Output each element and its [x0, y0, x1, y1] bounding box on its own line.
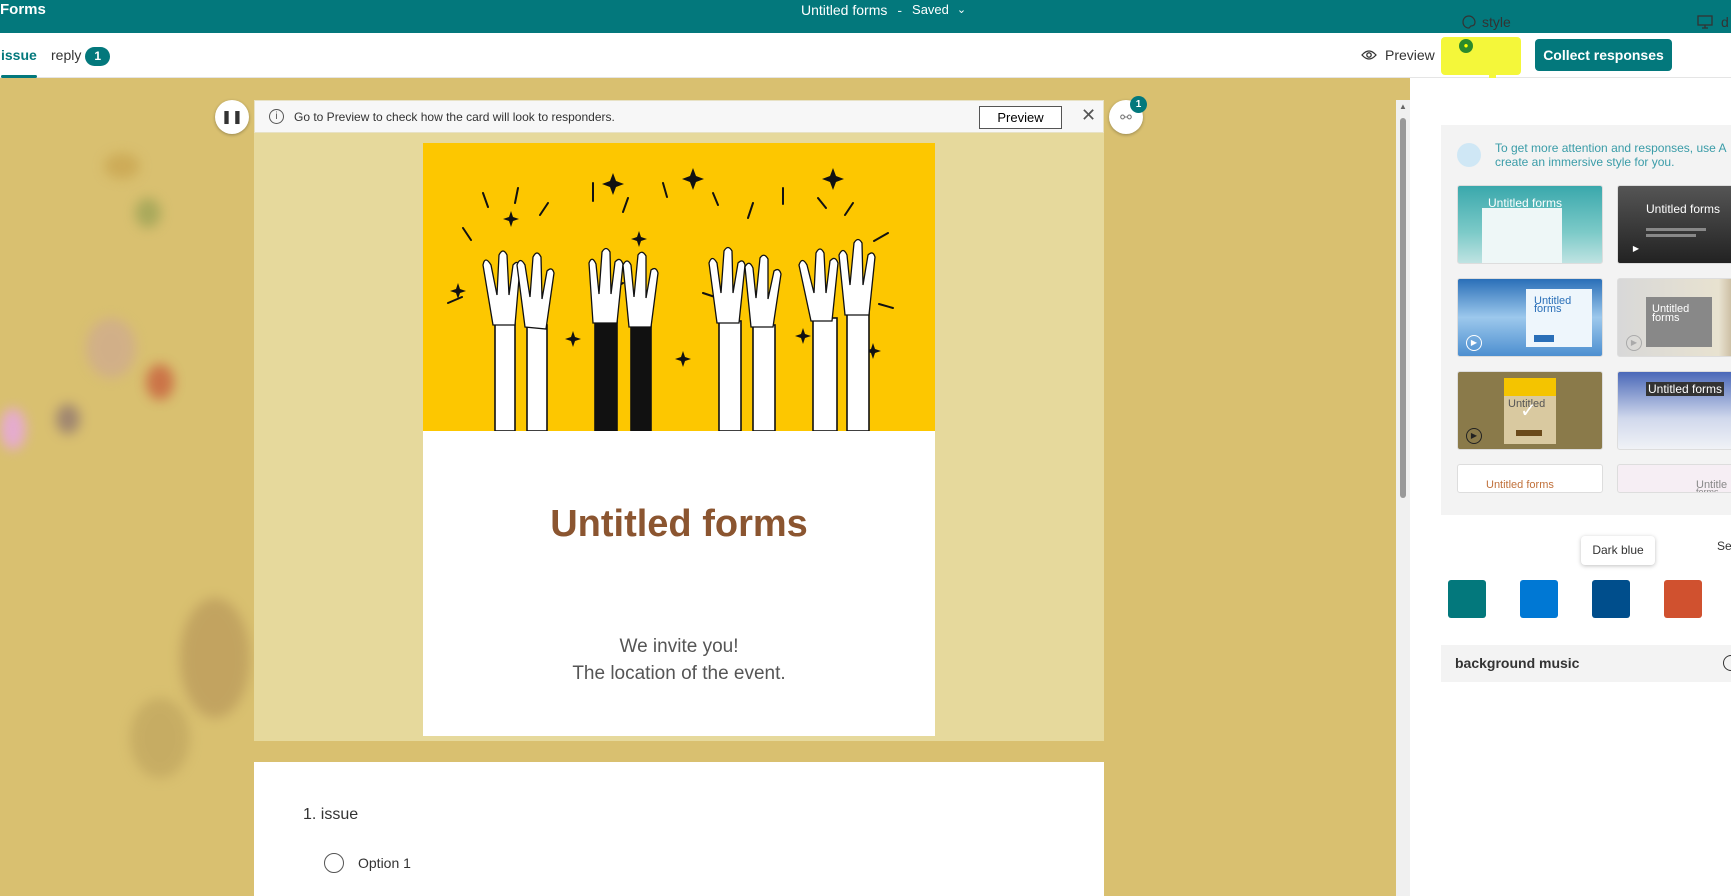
music-toggle-icon[interactable]: [1723, 655, 1731, 671]
question-card[interactable]: 1. issue Option 1: [254, 762, 1104, 896]
theme-label: Untitled forms: [1646, 202, 1721, 216]
theme-label: Untitled forms: [1488, 196, 1563, 210]
pause-button[interactable]: ❚❚: [215, 100, 249, 134]
color-tooltip: Dark blue: [1581, 536, 1655, 565]
background-music-label: background music: [1455, 655, 1580, 671]
petal-decoration: [135, 198, 161, 228]
background-music-row[interactable]: background music: [1441, 645, 1731, 682]
color-swatch-orange[interactable]: [1664, 580, 1702, 618]
petal-decoration: [130, 698, 190, 778]
theme-label-line2: forms: [1534, 303, 1562, 315]
ai-suggestion-line2: create an immersive style for you.: [1495, 155, 1675, 169]
celebration-image: [423, 143, 935, 431]
present-button[interactable]: d: [1697, 14, 1729, 30]
theme-gallery: To get more attention and responses, use…: [1441, 125, 1731, 515]
option-label: Option 1: [358, 855, 411, 871]
eye-icon: [1361, 50, 1377, 60]
cover-subtitle: We invite you! The location of the event…: [423, 633, 935, 687]
scrollbar-thumb[interactable]: [1400, 118, 1406, 498]
theme-label-line2: forms: [1696, 487, 1719, 493]
play-icon: ▶: [1466, 428, 1482, 444]
theme-label: Untitled forms: [1646, 382, 1725, 396]
cover-title: Untitled forms: [550, 503, 808, 545]
theme-light[interactable]: Untitled forms: [1457, 464, 1603, 493]
vertical-scrollbar[interactable]: ▲: [1396, 100, 1410, 896]
tab-issue[interactable]: issue: [1, 47, 37, 78]
theme-sky[interactable]: Untitled forms ▶: [1457, 278, 1603, 357]
theme-label-line2: forms: [1652, 312, 1680, 324]
tab-issue-label: issue: [1, 47, 37, 63]
petal-decoration: [180, 598, 250, 718]
document-title[interactable]: Untitled forms - Saved ⌄: [801, 0, 966, 20]
cover-subtitle-line1: We invite you!: [619, 636, 739, 657]
color-swatch-teal[interactable]: [1448, 580, 1486, 618]
save-status: Saved: [912, 2, 949, 17]
tab-reply[interactable]: reply 1: [51, 47, 111, 66]
present-label: d: [1721, 14, 1729, 30]
style-highlight: [1441, 37, 1521, 87]
info-bar: i Go to Preview to check how the card wi…: [254, 100, 1104, 133]
style-panel: To get more attention and responses, use…: [1410, 78, 1731, 896]
petal-decoration: [56, 404, 80, 434]
info-message: Go to Preview to check how the card will…: [294, 109, 615, 124]
collect-responses-button[interactable]: Collect responses: [1535, 39, 1672, 71]
theme-teal[interactable]: Untitled forms: [1457, 185, 1603, 264]
info-preview-button[interactable]: Preview: [979, 106, 1062, 129]
palette-icon: [1462, 15, 1476, 29]
color-swatch-blue[interactable]: [1520, 580, 1558, 618]
theme-dark-wave[interactable]: Untitled forms ▶: [1617, 185, 1731, 264]
color-swatch-dark-blue[interactable]: [1592, 580, 1630, 618]
theme-pink[interactable]: Untitle forms: [1617, 464, 1731, 493]
cover-subtitle-line2: The location of the event.: [572, 663, 786, 684]
chevron-down-icon[interactable]: ⌄: [957, 0, 966, 20]
theme-beach[interactable]: Untitled forms ▶: [1617, 278, 1731, 357]
app-name: Forms: [0, 1, 46, 18]
play-icon: ▶: [1632, 244, 1640, 253]
hint-count-badge: 1: [1130, 96, 1147, 113]
cursor-marker-icon: ●: [1459, 39, 1473, 53]
theme-celebration-selected[interactable]: Untitled ✓ ▶: [1457, 371, 1603, 450]
style-button[interactable]: style: [1462, 14, 1511, 30]
petal-decoration: [146, 364, 174, 400]
forms-app: Forms Untitled forms - Saved ⌄ issue rep…: [0, 0, 1731, 896]
info-icon: i: [269, 109, 284, 124]
theme-ocean[interactable]: Untitled forms: [1617, 371, 1731, 450]
preview-label: Preview: [1385, 47, 1435, 63]
style-label: style: [1482, 14, 1511, 30]
checkmark-icon: ✓: [1520, 400, 1537, 422]
ai-suggestion-line1: To get more attention and responses, use…: [1495, 141, 1727, 155]
play-icon: ▶: [1626, 335, 1642, 351]
monitor-icon: [1697, 15, 1713, 29]
close-icon[interactable]: ✕: [1081, 105, 1096, 126]
lightbulb-icon: ⚯: [1120, 109, 1132, 125]
form-title: Untitled forms: [801, 2, 888, 18]
title-separator: -: [897, 2, 903, 18]
magic-wand-icon: [1457, 143, 1481, 167]
option-radio[interactable]: [324, 853, 344, 873]
theme-label: Untitled forms: [1486, 479, 1554, 491]
petal-decoration: [86, 318, 136, 378]
pause-icon: ❚❚: [221, 109, 243, 124]
tab-reply-label: reply: [51, 47, 82, 63]
reply-count-badge: 1: [85, 47, 111, 66]
question-title: 1. issue: [303, 806, 359, 823]
scroll-up-icon[interactable]: ▲: [1399, 102, 1407, 111]
raised-hands-illustration: [447, 168, 894, 431]
cover-page[interactable]: Untitled forms We invite you! The locati…: [423, 143, 935, 736]
select-more-link[interactable]: Se: [1717, 539, 1731, 553]
play-icon: ▶: [1466, 335, 1482, 351]
preview-button[interactable]: Preview: [1361, 47, 1435, 63]
petal-decoration: [0, 408, 26, 450]
ai-suggestion-text[interactable]: To get more attention and responses, use…: [1495, 141, 1726, 169]
petal-decoration: [104, 153, 140, 179]
